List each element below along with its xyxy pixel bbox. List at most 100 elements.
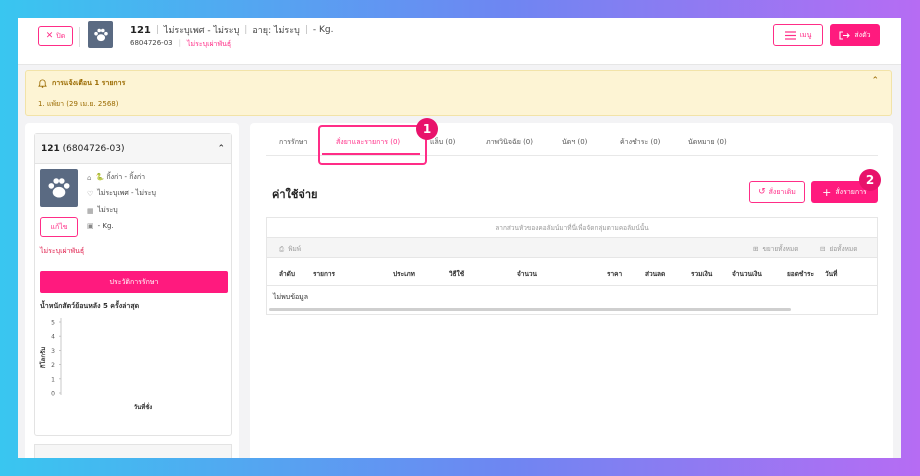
info-age: ▦ ไม่ระบุ — [87, 205, 118, 216]
column-header[interactable]: วันที่ — [825, 269, 837, 279]
edit-button[interactable]: แก้ไข — [40, 217, 78, 237]
column-header[interactable]: จำนวนเงิน — [732, 269, 762, 279]
menu-button[interactable]: เมนู — [773, 24, 823, 46]
scale-icon: ▣ — [87, 222, 94, 230]
left-panel: 121 (6804726-03) ⌃ ⌂ 🐍 กิ้งก่า - กิ้งก่า… — [25, 123, 239, 458]
separator: | — [304, 25, 308, 35]
chevron-up-icon[interactable]: ⌃ — [871, 76, 879, 86]
collapse-all-label: ย่อทั้งหมด — [829, 245, 858, 253]
column-header[interactable]: รายการ — [313, 269, 335, 279]
tab-lab[interactable]: แล็บ (0) — [430, 137, 455, 148]
pet-subheader: 6804726-03 | ไม่ระบุเผ่าพันธุ์ — [130, 39, 231, 50]
section-title: ค่าใช้จ่าย — [272, 188, 318, 201]
info-age-text: ไม่ระบุ — [97, 206, 118, 214]
y-tick-label: 3 — [51, 348, 55, 355]
pet-card: 121 (6804726-03) ⌃ ⌂ 🐍 กิ้งก่า - กิ้งก่า… — [34, 133, 232, 436]
pet-age: อายุ: ไม่ระบุ — [252, 26, 300, 36]
printer-icon: ⎙ — [279, 244, 285, 253]
column-header[interactable]: รวมเงิน — [691, 269, 712, 279]
collapse-icon: ⊟ — [820, 245, 826, 253]
collapse-all-button[interactable]: ⊟ ย่อทั้งหมด — [820, 244, 857, 254]
column-header[interactable]: ลำดับ — [279, 269, 295, 279]
y-axis-label: กิโลกรัม — [39, 347, 47, 369]
table-header: ลำดับ รายการ ประเภท วิธีใช้ จำนวน ราคา ส… — [267, 258, 877, 286]
top-bar: ✕ ปิด 121 | ไม่ระบุเพศ - ไม่ระบุ | อายุ:… — [18, 18, 901, 65]
tab-treatment[interactable]: การรักษา — [279, 137, 307, 148]
pet-breed: ไม่ระบุเพศ - ไม่ระบุ — [163, 26, 240, 36]
send-label: ส่งตัว — [854, 30, 871, 39]
separator: | — [155, 25, 159, 35]
close-button[interactable]: ✕ ปิด — [38, 26, 73, 46]
y-tick-label: 2 — [51, 362, 55, 369]
separator: | — [244, 25, 248, 35]
group-drop-area[interactable]: ลากส่วนหัวของคอลัมน์มาที่นี่เพื่อจัดกลุ่… — [267, 218, 877, 238]
alert-item: 1. แพ้ยา (29 เม.ย. 2568) — [38, 100, 119, 108]
column-header[interactable]: จำนวน — [517, 269, 537, 279]
chevron-up-icon[interactable]: ⌃ — [217, 144, 225, 154]
y-tick-label: 1 — [51, 376, 55, 383]
column-header[interactable]: ส่วนลด — [645, 269, 665, 279]
hamburger-icon — [784, 30, 796, 40]
weight-chart: 0 1 2 3 4 5 กิโลกรัมวันที่ชั่ง — [39, 318, 152, 411]
column-header[interactable]: ราคา — [607, 269, 622, 279]
species-icon: ⌂ — [87, 173, 92, 182]
alert-panel: การแจ้งเตือน 1 รายการ 1. แพ้ยา (29 เม.ย.… — [25, 70, 892, 116]
grid-toolbar: ⎙ พิมพ์ ⊞ ขยายทั้งหมด ⊟ ย่อทั้งหมด — [267, 238, 877, 258]
pet-header: 121 | ไม่ระบุเพศ - ไม่ระบุ | อายุ: ไม่ระ… — [130, 23, 333, 37]
reorder-medicine-button[interactable]: ↺ สั่งยาเดิม — [749, 181, 805, 203]
tab-outstanding[interactable]: ค้างชำระ (0) — [620, 137, 660, 148]
print-button[interactable]: ⎙ พิมพ์ — [279, 244, 301, 254]
y-tick-label: 0 — [51, 391, 55, 398]
info-weight: ▣ - Kg. — [87, 222, 114, 230]
paw-avatar-icon — [88, 21, 113, 48]
highlight-box — [318, 125, 427, 165]
pet-weight: - Kg. — [312, 25, 334, 35]
expense-grid: ลากส่วนหัวของคอลัมน์มาที่นี่เพื่อจัดกลุ่… — [266, 217, 878, 315]
info-gender-text: ไม่ระบุเพศ - ไม่ระบุ — [97, 189, 156, 197]
horizontal-scrollbar[interactable] — [269, 308, 791, 311]
info-weight-text: - Kg. — [97, 222, 114, 230]
gender-icon: ♡ — [87, 189, 94, 198]
breed-unknown: ไม่ระบุเผ่าพันธุ์ — [40, 247, 85, 255]
calendar-icon: ▦ — [87, 206, 94, 215]
app-frame: ✕ ปิด 121 | ไม่ระบุเพศ - ไม่ระบุ | อายุ:… — [18, 18, 901, 458]
column-header[interactable]: วิธีใช้ — [449, 269, 464, 279]
info-species-text: 🐍 กิ้งก่า - กิ้งก่า — [95, 173, 146, 181]
pet-card-title: 121 (6804726-03) — [41, 144, 124, 154]
separator: | — [178, 39, 181, 47]
pet-card-hn: (6804726-03) — [62, 143, 125, 154]
expand-all-label: ขยายทั้งหมด — [762, 245, 799, 253]
treatment-history-button[interactable]: ประวัติการรักษา — [40, 271, 228, 293]
expand-all-button[interactable]: ⊞ ขยายทั้งหมด — [753, 244, 798, 254]
no-data-row: ไม่พบข้อมูล — [273, 292, 309, 301]
tab-bar: การรักษา สั่งยาและรายการ (0) แล็บ (0) ภา… — [250, 118, 893, 165]
print-label: พิมพ์ — [288, 245, 302, 253]
menu-label: เมนู — [799, 30, 812, 39]
close-icon: ✕ — [45, 31, 54, 41]
alert-title: การแจ้งเตือน 1 รายการ — [38, 78, 125, 89]
tab-appointments[interactable]: นัดหมาย (0) — [688, 137, 727, 148]
pet-card-header[interactable]: 121 (6804726-03) ⌃ — [35, 134, 231, 164]
alert-title-text: การแจ้งเตือน 1 รายการ — [52, 79, 126, 87]
tab-appointments-short[interactable]: นัดฯ (0) — [562, 137, 587, 148]
step-marker-1: 1 — [416, 118, 438, 140]
expand-icon: ⊞ — [753, 245, 759, 253]
x-axis-label: วันที่ชั่ง — [134, 402, 152, 411]
paw-avatar-icon — [40, 169, 78, 207]
exit-arrow-icon — [839, 30, 851, 40]
pet-id: 121 — [130, 24, 151, 36]
column-header[interactable]: ยอดชำระ — [787, 269, 814, 279]
next-card — [34, 444, 232, 458]
main-panel: การรักษา สั่งยาและรายการ (0) แล็บ (0) ภา… — [250, 118, 893, 458]
column-header[interactable]: ประเภท — [393, 269, 415, 279]
info-gender: ♡ ไม่ระบุเพศ - ไม่ระบุ — [87, 188, 156, 199]
close-label: ปิด — [56, 31, 66, 40]
info-species: ⌂ 🐍 กิ้งก่า - กิ้งก่า — [87, 172, 145, 183]
bell-icon — [38, 79, 47, 88]
divider — [79, 27, 80, 47]
send-button[interactable]: ส่งตัว — [830, 24, 880, 46]
weight-chart-title: น้ำหนักสัตว์ย้อนหลัง 5 ครั้งล่าสุด — [40, 302, 140, 310]
reorder-medicine-label: สั่งยาเดิม — [768, 187, 796, 196]
pet-card-id: 121 — [41, 143, 60, 154]
tab-imaging[interactable]: ภาพวินิจฉัย (0) — [486, 137, 533, 148]
